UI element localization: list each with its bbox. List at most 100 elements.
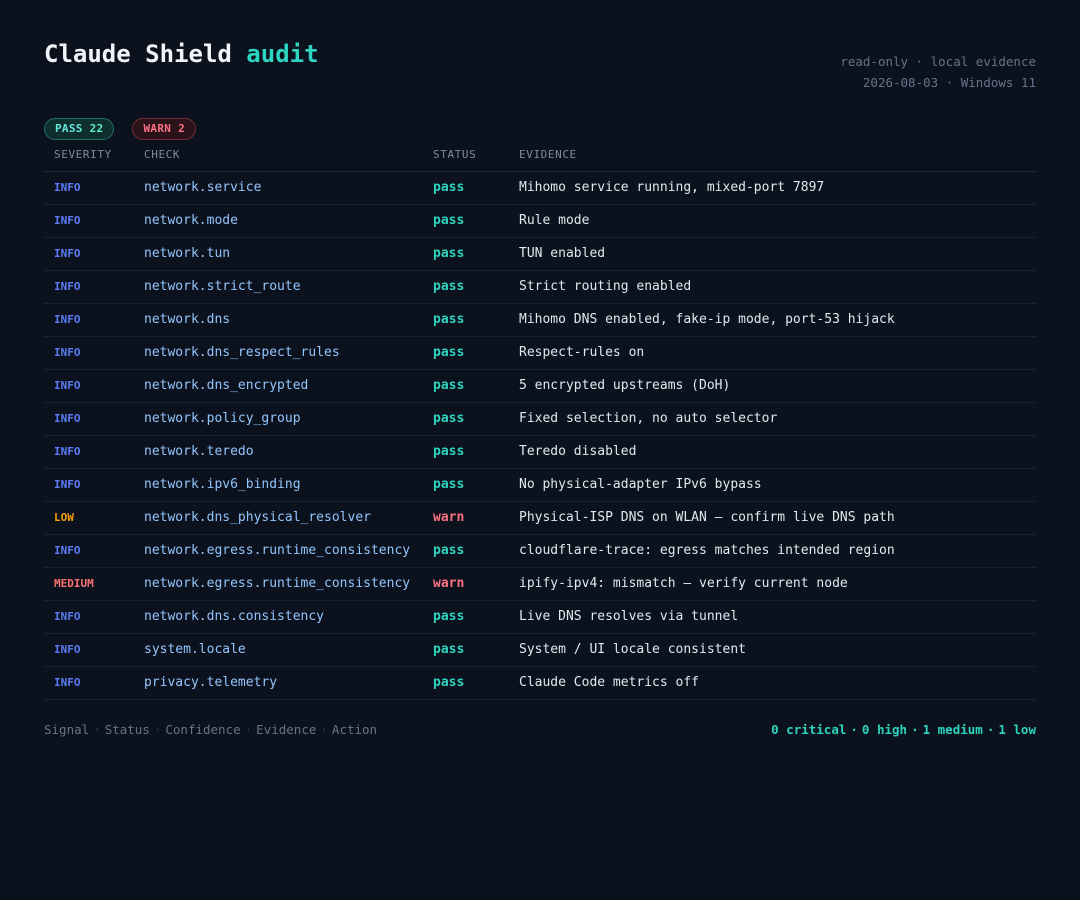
evidence-cell: Strict routing enabled [509, 270, 1036, 304]
status-cell: pass [423, 369, 509, 403]
table-row: INFO network.policy_group pass Fixed select… [44, 402, 1036, 436]
table-row: INFO network.dns_encrypted pass 5 encrypted… [44, 369, 1036, 403]
status-cell: pass [423, 534, 509, 568]
warn-count-badge: WARN 2 [132, 118, 197, 140]
table-row: INFO network.egress.runtime_consistency pa… [44, 534, 1036, 568]
status-cell: warn [423, 567, 509, 601]
severity-summary: 0 critical · 0 high · 1 medium · 1 low [771, 722, 1036, 737]
severity-cell: INFO [44, 402, 134, 436]
severity-cell: INFO [44, 171, 134, 205]
table-row: INFO network.strict_route pass Strict routi… [44, 270, 1036, 304]
report-meta: read-only · local evidence 2026-08-03 · … [840, 51, 1036, 93]
status-cell: pass [423, 468, 509, 502]
pass-count-badge: PASS 22 [44, 118, 115, 140]
status-cell: pass [423, 204, 509, 238]
evidence-cell: Teredo disabled [509, 435, 1036, 469]
table-row: INFO network.dns_respect_rules pass Respect… [44, 336, 1036, 370]
severity-cell: INFO [44, 369, 134, 403]
check-cell: network.dns.consistency [134, 600, 423, 634]
summary-critical: 0 critical [771, 722, 847, 737]
summary-badges: PASS 22 WARN 2 [44, 118, 197, 140]
status-cell: pass [423, 171, 509, 205]
status-cell: pass [423, 336, 509, 370]
table-row: INFO network.ipv6_binding pass No physical-… [44, 468, 1036, 502]
evidence-cell: Fixed selection, no auto selector [509, 402, 1036, 436]
check-cell: network.dns [134, 303, 423, 337]
severity-cell: INFO [44, 237, 134, 271]
evidence-cell: Claude Code metrics off [509, 666, 1036, 700]
meta-date-os: 2026-08-03 · Windows 11 [862, 75, 1036, 90]
table-row: LOW network.dns_physical_resolver warn Phys… [44, 501, 1036, 535]
severity-cell: INFO [44, 270, 134, 304]
check-cell: network.ipv6_binding [134, 468, 423, 502]
check-cell: network.dns_respect_rules [134, 336, 423, 370]
legend-item: Action [331, 722, 378, 737]
check-cell: network.egress.runtime_consistency [134, 567, 423, 601]
table-body: INFO network.service pass Mihomo service ru… [44, 171, 1036, 700]
check-cell: system.locale [134, 633, 423, 667]
severity-cell: INFO [44, 435, 134, 469]
check-cell: network.service [134, 171, 423, 205]
check-cell: network.mode [134, 204, 423, 238]
table-row: INFO network.dns pass Mihomo DNS enabled, f… [44, 303, 1036, 337]
table-row: MEDIUM network.egress.runtime_consistency… [44, 567, 1036, 601]
evidence-cell: ipify-ipv4: mismatch — verify current no… [509, 567, 1036, 601]
status-cell: pass [423, 237, 509, 271]
status-cell: pass [423, 666, 509, 700]
legend-item: Confidence [165, 722, 241, 737]
legend-item: Signal [44, 722, 90, 737]
evidence-cell: Mihomo service running, mixed-port 7897 [509, 171, 1036, 205]
table-row: INFO network.service pass Mihomo service ru… [44, 171, 1036, 205]
status-cell: pass [423, 435, 509, 469]
evidence-cell: Physical-ISP DNS on WLAN — confirm live … [509, 501, 1036, 535]
audit-table: SEVERITY CHECK STATUS EVIDENCE INFO netwo… [44, 138, 1036, 700]
legend-item: Evidence [256, 722, 317, 737]
evidence-cell: Mihomo DNS enabled, fake-ip mode, port-5… [509, 303, 1036, 337]
evidence-cell: Rule mode [509, 204, 1036, 238]
table-row: INFO network.dns.consistency pass Live DNS … [44, 600, 1036, 634]
severity-cell: INFO [44, 204, 134, 238]
legend-item: Status [104, 722, 150, 737]
check-cell: network.teredo [134, 435, 423, 469]
check-cell: network.egress.runtime_consistency [134, 534, 423, 568]
status-cell: warn [423, 501, 509, 535]
evidence-cell: System / UI locale consistent [509, 633, 1036, 667]
summary-low: 1 low [998, 722, 1036, 737]
evidence-cell: Respect-rules on [509, 336, 1036, 370]
table-row: INFO network.mode pass Rule mode [44, 204, 1036, 238]
severity-cell: INFO [44, 468, 134, 502]
status-cell: pass [423, 600, 509, 634]
status-cell: pass [423, 270, 509, 304]
table-row: INFO privacy.telemetry pass Claude Code met… [44, 666, 1036, 700]
status-cell: pass [423, 633, 509, 667]
evidence-cell: Live DNS resolves via tunnel [509, 600, 1036, 634]
table-row: INFO network.teredo pass Teredo disabled [44, 435, 1036, 469]
column-header-severity: SEVERITY [44, 138, 134, 172]
severity-cell: INFO [44, 336, 134, 370]
summary-high: 0 high [861, 722, 908, 737]
status-cell: pass [423, 303, 509, 337]
header: Claude Shield audit read-only · local ev… [44, 0, 1036, 112]
page-title: Claude Shield audit [44, 40, 319, 68]
severity-cell: INFO [44, 534, 134, 568]
title-main: Claude Shield [44, 40, 232, 68]
severity-cell: INFO [44, 600, 134, 634]
column-header-check: CHECK [134, 138, 423, 172]
title-accent: audit [246, 40, 319, 68]
evidence-cell: cloudflare-trace: egress matches intende… [509, 534, 1036, 568]
check-cell: network.tun [134, 237, 423, 271]
column-header-status: STATUS [423, 138, 509, 172]
check-cell: privacy.telemetry [134, 666, 423, 700]
audit-page: Claude Shield audit read-only · local ev… [0, 0, 1080, 900]
severity-cell: LOW [44, 501, 134, 535]
check-cell: network.policy_group [134, 402, 423, 436]
severity-cell: INFO [44, 666, 134, 700]
check-cell: network.dns_encrypted [134, 369, 423, 403]
footer-legend: Signal · Status · Confidence · Evidence · Action [44, 722, 378, 737]
table-row: INFO system.locale pass System / UI locale … [44, 633, 1036, 667]
severity-cell: INFO [44, 303, 134, 337]
severity-cell: INFO [44, 633, 134, 667]
table-header-row: SEVERITY CHECK STATUS EVIDENCE [44, 138, 1036, 172]
evidence-cell: 5 encrypted upstreams (DoH) [509, 369, 1036, 403]
evidence-cell: No physical-adapter IPv6 bypass [509, 468, 1036, 502]
